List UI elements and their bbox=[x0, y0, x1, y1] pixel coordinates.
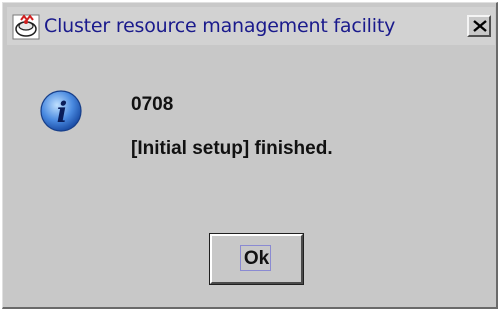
window-title: Cluster resource management facility bbox=[44, 15, 396, 37]
message-text: [Initial setup] finished. bbox=[131, 138, 333, 159]
message-code: 0708 bbox=[131, 94, 174, 115]
svg-text:i: i bbox=[57, 96, 68, 129]
title-bar[interactable]: Cluster resource management facility bbox=[7, 7, 495, 45]
close-button[interactable] bbox=[467, 15, 491, 37]
ok-button[interactable]: Ok bbox=[210, 234, 303, 284]
info-icon: i bbox=[39, 89, 83, 133]
close-icon bbox=[473, 20, 487, 32]
ok-button-label: Ok bbox=[243, 248, 270, 269]
message-dialog: Cluster resource management facility i 0… bbox=[2, 2, 498, 309]
cluster-app-icon bbox=[12, 14, 40, 40]
